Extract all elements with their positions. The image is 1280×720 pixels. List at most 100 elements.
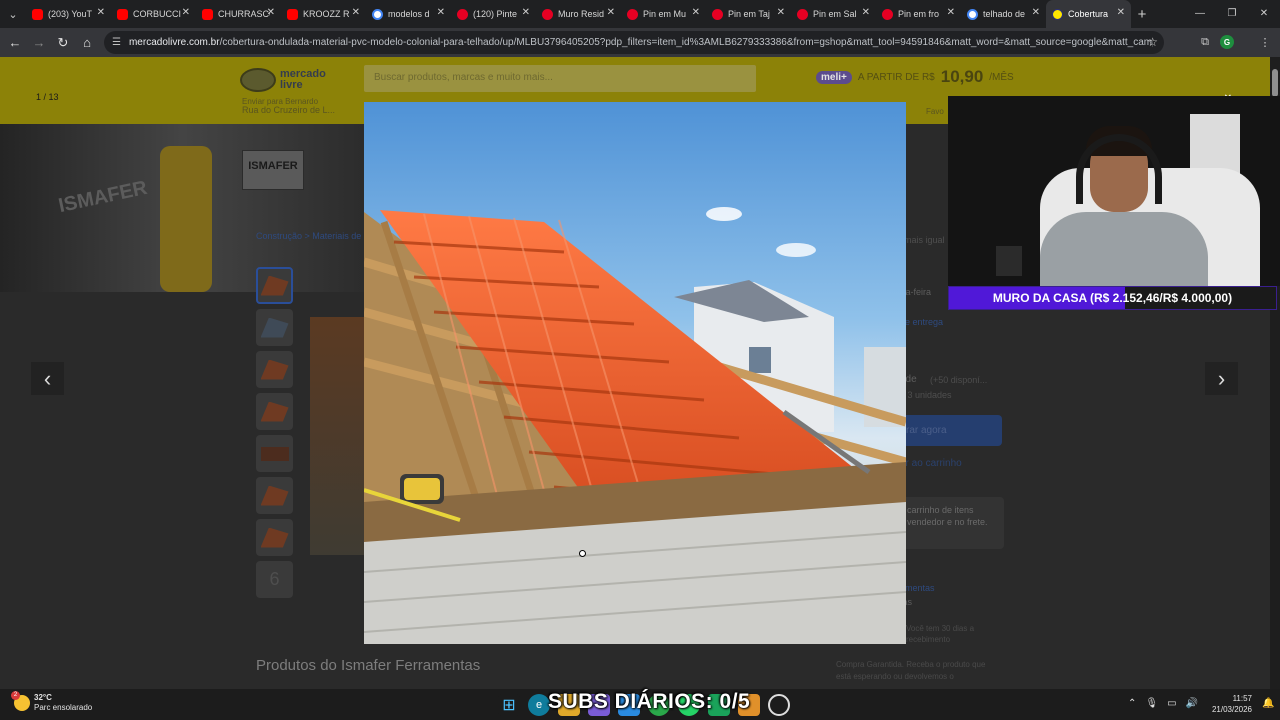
forward-icon[interactable]: →: [27, 31, 51, 55]
tab-close-icon[interactable]: ✕: [1032, 7, 1040, 18]
cart-info-box: carrinho de itens vendedor e no frete.: [900, 497, 1004, 549]
weather-temperature: 32°C: [34, 693, 52, 702]
mercadolivre-icon: [1052, 8, 1063, 20]
browser-tab[interactable]: (203) YouT ✕: [26, 0, 111, 28]
next-image-arrow[interactable]: ›: [1205, 362, 1238, 395]
extensions-icon[interactable]: ⧉: [1196, 33, 1214, 51]
back-icon[interactable]: ←: [3, 31, 27, 55]
tab-title: Pin em fro: [898, 9, 940, 19]
tab-search-icon[interactable]: ⌄: [0, 0, 26, 28]
goal-text: MURO DA CASA (R$ 2.152,46/R$ 4.000,00): [992, 291, 1233, 305]
pinterest-icon: [712, 8, 723, 20]
tab-close-icon[interactable]: ✕: [947, 7, 955, 18]
meli-plus-promo[interactable]: meli+ A PARTIR DE R$ 10,90 /MÊS: [816, 67, 1014, 87]
bookmark-star-icon[interactable]: ☆: [1147, 35, 1158, 49]
panel-link[interactable]: de entrega: [900, 315, 943, 329]
thumbnail[interactable]: [256, 351, 293, 388]
previous-image-arrow[interactable]: ‹: [31, 362, 64, 395]
lightbox-product-image[interactable]: [364, 102, 906, 644]
browser-tab[interactable]: Pin em fro ✕: [876, 0, 961, 28]
streamer-webcam: [948, 96, 1280, 286]
buy-now-button[interactable]: rar agora: [900, 415, 1002, 446]
favorites-link[interactable]: Favo: [926, 107, 944, 116]
windows-start-icon[interactable]: ⊞: [498, 694, 520, 716]
volume-icon[interactable]: 🔊: [1186, 698, 1198, 709]
seller-brand-logo[interactable]: ISMAFER: [242, 150, 304, 190]
pinterest-icon: [797, 8, 808, 20]
tab-title: Pin em Sal: [813, 9, 857, 19]
tab-close-icon[interactable]: ✕: [522, 7, 530, 18]
browser-tab[interactable]: Pin em Taj ✕: [706, 0, 791, 28]
clock-date: 21/03/2026: [1211, 705, 1252, 714]
restore-icon[interactable]: ❐: [1216, 0, 1248, 28]
tab-close-icon[interactable]: ✕: [182, 7, 190, 18]
browser-tab[interactable]: modelos d ✕: [366, 0, 451, 28]
logo-line-2: livre: [280, 79, 303, 91]
weather-widget[interactable]: 2 32°C Parc ensolarado: [11, 691, 92, 713]
minimize-icon[interactable]: —: [1184, 0, 1216, 28]
tab-close-icon[interactable]: ✕: [862, 7, 870, 18]
return-policy-text: Você tem 30 dias a recebimento: [906, 624, 975, 644]
youtube-icon: [32, 8, 43, 20]
donation-goal-bar: MURO DA CASA (R$ 2.152,46/R$ 4.000,00): [948, 286, 1277, 310]
tab-close-icon[interactable]: ✕: [97, 7, 105, 18]
profile-avatar-icon[interactable]: G: [1220, 35, 1234, 49]
tab-close-icon[interactable]: ✕: [692, 7, 700, 18]
thumbnail-more[interactable]: 6: [256, 561, 293, 598]
tab-title: (120) Pinte: [473, 9, 518, 19]
close-window-icon[interactable]: ✕: [1248, 0, 1280, 28]
tab-title: modelos d: [388, 9, 430, 19]
browser-tab[interactable]: (120) Pinte ✕: [451, 0, 536, 28]
tab-close-icon[interactable]: ✕: [352, 7, 360, 18]
clock-time: 11:57: [1232, 694, 1252, 703]
thumbnail[interactable]: [256, 435, 293, 472]
browser-tab[interactable]: CORBUCCI ✕: [111, 0, 196, 28]
browser-tab[interactable]: CHURRASCO✕: [196, 0, 281, 28]
edge-icon[interactable]: e: [528, 694, 550, 716]
network-icon[interactable]: ▭: [1167, 698, 1176, 709]
site-search-input[interactable]: Buscar produtos, marcas e muito mais...: [364, 65, 756, 92]
mercadolivre-logo[interactable]: mercado livre: [240, 65, 336, 95]
microphone-icon[interactable]: 🎙: [1145, 698, 1158, 709]
chevron-up-icon[interactable]: ⌃: [1128, 698, 1136, 709]
thumbnail[interactable]: [256, 393, 293, 430]
thumbnail[interactable]: [256, 267, 293, 304]
google-icon: [372, 8, 383, 20]
thumbnail[interactable]: [256, 309, 293, 346]
browser-tab[interactable]: KROOZZ R ✕: [281, 0, 366, 28]
window-controls: — ❐ ✕: [1184, 0, 1280, 28]
notification-bell-icon[interactable]: 🔔: [1262, 698, 1274, 709]
menu-kebab-icon[interactable]: ⋮: [1256, 33, 1274, 51]
browser-tab[interactable]: Muro Resid ✕: [536, 0, 621, 28]
system-clock[interactable]: 11:57 21/03/2026: [1206, 693, 1252, 715]
browser-tab[interactable]: Cobertura ✕: [1046, 0, 1131, 28]
tab-close-icon[interactable]: ✕: [1117, 7, 1125, 18]
seller-products-title: Produtos do Ismafer Ferramentas: [256, 657, 481, 674]
delivery-address[interactable]: Enviar para Bernardo Rua do Cruzeiro de …: [242, 97, 335, 115]
obs-icon[interactable]: [768, 694, 790, 716]
scrollbar-thumb[interactable]: [1272, 69, 1278, 97]
new-tab-button[interactable]: +: [1131, 6, 1153, 23]
breadcrumb[interactable]: Construção > Materiais de: [256, 231, 361, 241]
tab-title: Pin em Taj: [728, 9, 770, 19]
site-info-icon[interactable]: ☰: [112, 37, 121, 48]
tab-title: CORBUCCI: [133, 9, 182, 19]
browser-tab[interactable]: Pin em Mu ✕: [621, 0, 706, 28]
tab-close-icon[interactable]: ✕: [437, 7, 445, 18]
tab-close-icon[interactable]: ✕: [607, 7, 615, 18]
tab-close-icon[interactable]: ✕: [267, 7, 275, 18]
streamer-body: [1040, 212, 1208, 286]
home-icon[interactable]: ⌂: [75, 31, 99, 55]
hammer-image: [160, 146, 212, 292]
address-bar[interactable]: ☰ mercadolivre.com.br/cobertura-ondulada…: [104, 31, 1164, 54]
partly-sunny-icon: 2: [11, 691, 30, 711]
browser-tab[interactable]: telhado de ✕: [961, 0, 1046, 28]
tab-close-icon[interactable]: ✕: [777, 7, 785, 18]
thumbnail[interactable]: [256, 477, 293, 514]
thumbnail-list: 6: [256, 267, 294, 603]
browser-tab[interactable]: Pin em Sal ✕: [791, 0, 876, 28]
thumbnail[interactable]: [256, 519, 293, 556]
pinterest-icon: [457, 8, 468, 20]
add-to-cart-button[interactable]: ar ao carrinho: [900, 457, 962, 471]
reload-icon[interactable]: ↻: [51, 31, 75, 55]
